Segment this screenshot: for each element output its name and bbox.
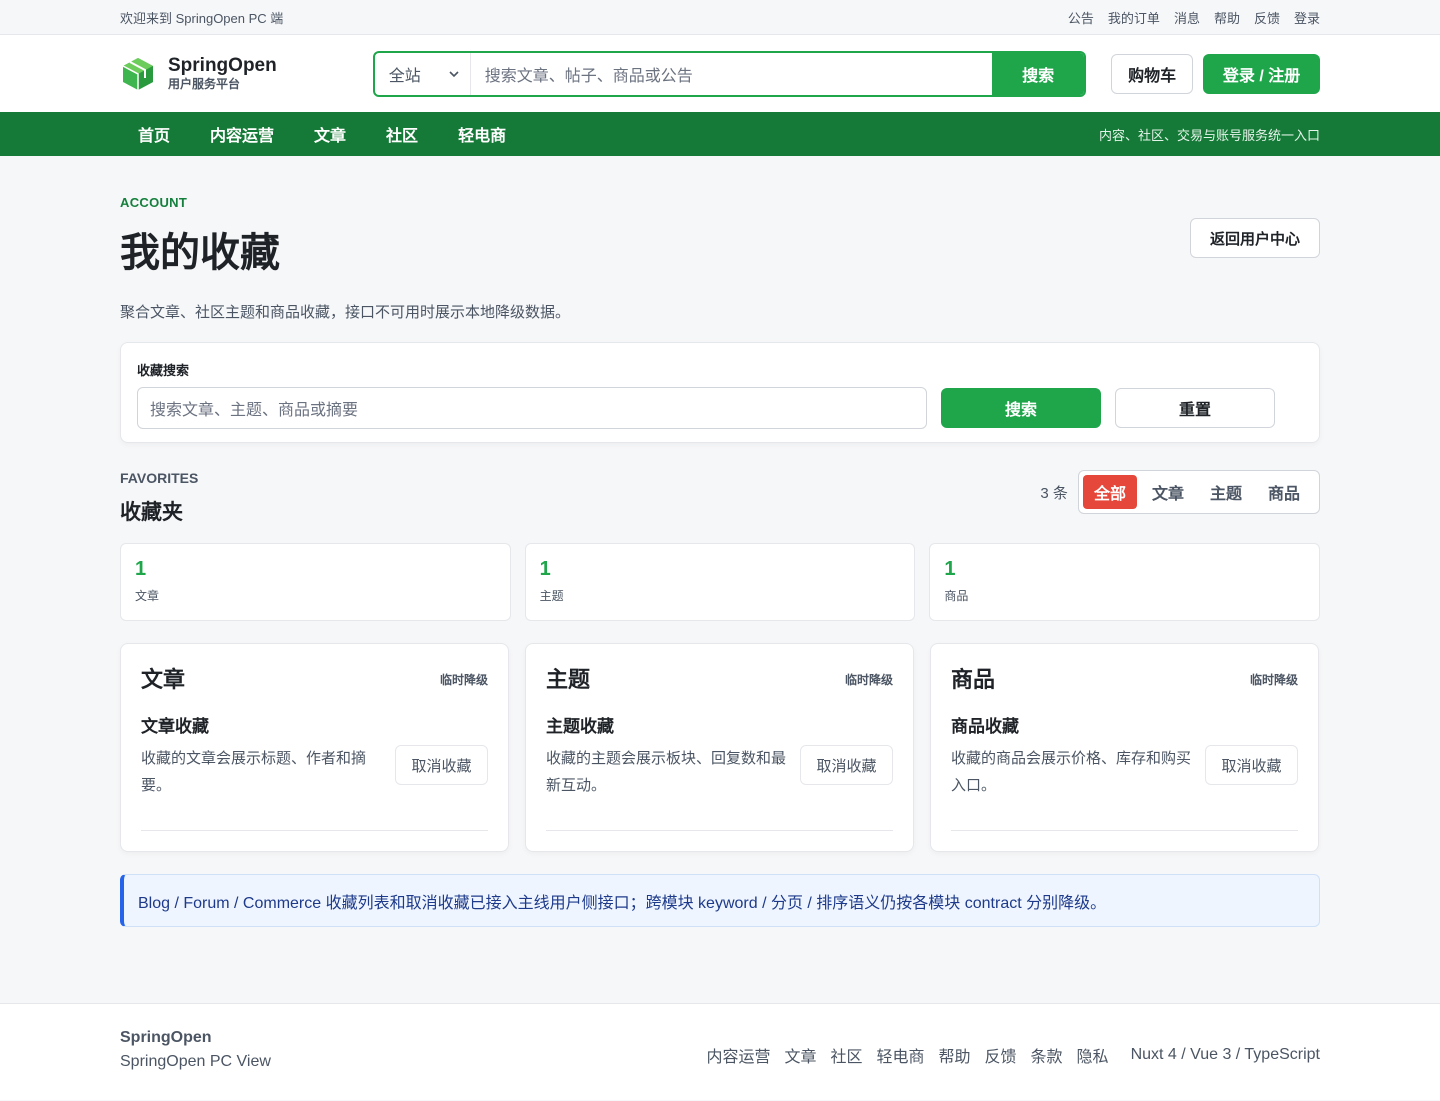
top-link-help[interactable]: 帮助 xyxy=(1214,8,1240,27)
stat-card-articles: 1 文章 xyxy=(120,543,511,621)
favorites-filter-group: 全部 文章 主题 商品 xyxy=(1077,470,1320,514)
degraded-badge: 临时降级 xyxy=(844,673,893,687)
filter-all[interactable]: 全部 xyxy=(1082,475,1137,509)
site-header: SpringOpen 用户服务平台 全站 搜索文章、帖子、商品或公告 搜索 购物… xyxy=(0,35,1440,112)
top-utility-bar: 欢迎来到 SpringOpen PC 端 公告 我的订单 消息 帮助 反馈 登录 xyxy=(0,0,1440,35)
favorites-category-cards: 文章 临时降级 文章收藏 收藏的文章会展示标题、作者和摘要。 取消收藏 主题 临… xyxy=(120,643,1320,852)
page-title: 我的收藏 xyxy=(120,231,280,275)
nav-item-articles[interactable]: 文章 xyxy=(314,122,346,146)
favorite-item-description: 收藏的商品会展示价格、库存和购买入口。 xyxy=(951,750,1192,794)
degraded-badge: 临时降级 xyxy=(439,673,488,687)
card-divider xyxy=(546,830,893,831)
footer-view-label: SpringOpen PC View xyxy=(120,1053,271,1070)
favorites-search-card: 收藏搜索 搜索文章、主题、商品或摘要 搜索 重置 xyxy=(120,342,1320,443)
footer-link-content-ops[interactable]: 内容运营 xyxy=(706,1043,770,1067)
footer-link-help[interactable]: 帮助 xyxy=(939,1043,971,1067)
back-to-user-center-button[interactable]: 返回用户中心 xyxy=(1190,218,1320,258)
main-nav: 首页 内容运营 文章 社区 轻电商 内容、社区、交易与账号服务统一入口 xyxy=(0,112,1440,156)
top-link-announcements[interactable]: 公告 xyxy=(1068,8,1094,27)
stat-label: 商品 xyxy=(944,589,969,603)
stat-label: 主题 xyxy=(539,589,564,603)
integration-notice: Blog / Forum / Commerce 收藏列表和取消收藏已接入主线用户… xyxy=(120,874,1320,927)
top-links: 公告 我的订单 消息 帮助 反馈 登录 xyxy=(1068,8,1320,27)
global-search: 全站 搜索文章、帖子、商品或公告 搜索 xyxy=(372,50,1087,97)
logo-cube-icon xyxy=(122,57,153,90)
stat-count: 1 xyxy=(944,558,956,580)
footer-tech-stack: Nuxt 4 / Vue 3 / TypeScript xyxy=(1130,1046,1320,1063)
favorites-header: FAVORITES 收藏夹 3 条 全部 文章 主题 商品 xyxy=(120,470,1320,530)
search-scope-select[interactable]: 全站 xyxy=(375,52,471,95)
category-title: 文章 xyxy=(141,667,186,692)
filter-products[interactable]: 商品 xyxy=(1257,475,1311,509)
login-register-button[interactable]: 登录 / 注册 xyxy=(1203,53,1321,94)
filter-articles[interactable]: 文章 xyxy=(1141,475,1195,509)
category-card-topics: 主题 临时降级 主题收藏 收藏的主题会展示板块、回复数和最新互动。 取消收藏 xyxy=(525,643,914,852)
footer-link-community[interactable]: 社区 xyxy=(830,1043,862,1067)
site-footer: SpringOpen SpringOpen PC View 内容运营 文章 社区… xyxy=(0,1003,1440,1100)
favorite-item-title: 商品收藏 xyxy=(951,717,1019,736)
favorites-stats: 1 文章 1 主题 1 商品 xyxy=(120,543,1321,621)
stat-card-products: 1 商品 xyxy=(929,543,1321,621)
cart-button[interactable]: 购物车 xyxy=(1111,53,1194,94)
nav-item-ecommerce[interactable]: 轻电商 xyxy=(458,122,506,146)
logo[interactable]: SpringOpen 用户服务平台 xyxy=(120,56,373,92)
page-description: 聚合文章、社区主题和商品收藏，接口不可用时展示本地降级数据。 xyxy=(120,304,571,321)
stat-count: 1 xyxy=(539,558,551,580)
search-scope-value: 全站 xyxy=(388,67,421,85)
stat-count: 1 xyxy=(135,558,147,580)
nav-item-content-ops[interactable]: 内容运营 xyxy=(210,122,274,146)
brand-name: SpringOpen xyxy=(168,55,277,76)
stat-card-topics: 1 主题 xyxy=(524,543,916,621)
favorites-search-label: 收藏搜索 xyxy=(137,363,190,378)
footer-link-feedback[interactable]: 反馈 xyxy=(985,1043,1017,1067)
category-card-articles: 文章 临时降级 文章收藏 收藏的文章会展示标题、作者和摘要。 取消收藏 xyxy=(120,643,509,852)
category-title: 主题 xyxy=(546,667,591,692)
favorite-item-description: 收藏的文章会展示标题、作者和摘要。 xyxy=(141,750,367,794)
footer-link-privacy[interactable]: 隐私 xyxy=(1077,1043,1109,1067)
category-card-products: 商品 临时降级 商品收藏 收藏的商品会展示价格、库存和购买入口。 取消收藏 xyxy=(930,643,1319,852)
favorite-item-description: 收藏的主题会展示板块、回复数和最新互动。 xyxy=(546,750,787,794)
top-link-my-orders[interactable]: 我的订单 xyxy=(1108,8,1160,27)
main-content: ACCOUNT 我的收藏 返回用户中心 聚合文章、社区主题和商品收藏，接口不可用… xyxy=(120,195,1321,927)
favorites-search-input[interactable]: 搜索文章、主题、商品或摘要 xyxy=(137,387,927,429)
nav-item-community[interactable]: 社区 xyxy=(386,122,418,146)
footer-link-terms[interactable]: 条款 xyxy=(1031,1043,1063,1067)
nav-tagline: 内容、社区、交易与账号服务统一入口 xyxy=(1098,127,1320,143)
favorite-item-title: 文章收藏 xyxy=(141,717,209,736)
global-search-input[interactable]: 搜索文章、帖子、商品或公告 xyxy=(471,53,992,95)
welcome-text: 欢迎来到 SpringOpen PC 端 xyxy=(120,11,284,26)
footer-link-ecommerce[interactable]: 轻电商 xyxy=(876,1043,924,1067)
favorites-count: 3 条 xyxy=(1040,484,1068,502)
favorite-item-title: 主题收藏 xyxy=(546,717,614,736)
footer-brand: SpringOpen xyxy=(120,1029,212,1046)
card-divider xyxy=(951,830,1298,831)
unfavorite-button[interactable]: 取消收藏 xyxy=(1205,745,1298,785)
chevron-down-icon xyxy=(449,70,459,77)
brand-subtitle: 用户服务平台 xyxy=(168,77,241,91)
degraded-badge: 临时降级 xyxy=(1249,673,1298,687)
category-title: 商品 xyxy=(951,667,996,692)
footer-links: 内容运营 文章 社区 轻电商 帮助 反馈 条款 隐私 Nuxt 4 / Vue … xyxy=(692,1043,1320,1067)
top-link-login[interactable]: 登录 xyxy=(1294,8,1320,27)
favorites-search-button[interactable]: 搜索 xyxy=(941,388,1101,428)
card-divider xyxy=(141,830,488,831)
footer-link-articles[interactable]: 文章 xyxy=(784,1043,816,1067)
page-eyebrow: ACCOUNT xyxy=(120,195,188,210)
nav-item-home[interactable]: 首页 xyxy=(138,122,170,146)
top-link-messages[interactable]: 消息 xyxy=(1174,8,1200,27)
unfavorite-button[interactable]: 取消收藏 xyxy=(800,745,893,785)
filter-topics[interactable]: 主题 xyxy=(1199,475,1253,509)
page-head: ACCOUNT 我的收藏 返回用户中心 xyxy=(120,195,1320,275)
global-search-button[interactable]: 搜索 xyxy=(992,52,1085,95)
favorites-reset-button[interactable]: 重置 xyxy=(1115,388,1275,428)
top-link-feedback[interactable]: 反馈 xyxy=(1254,8,1280,27)
unfavorite-button[interactable]: 取消收藏 xyxy=(395,745,488,785)
stat-label: 文章 xyxy=(135,589,160,603)
